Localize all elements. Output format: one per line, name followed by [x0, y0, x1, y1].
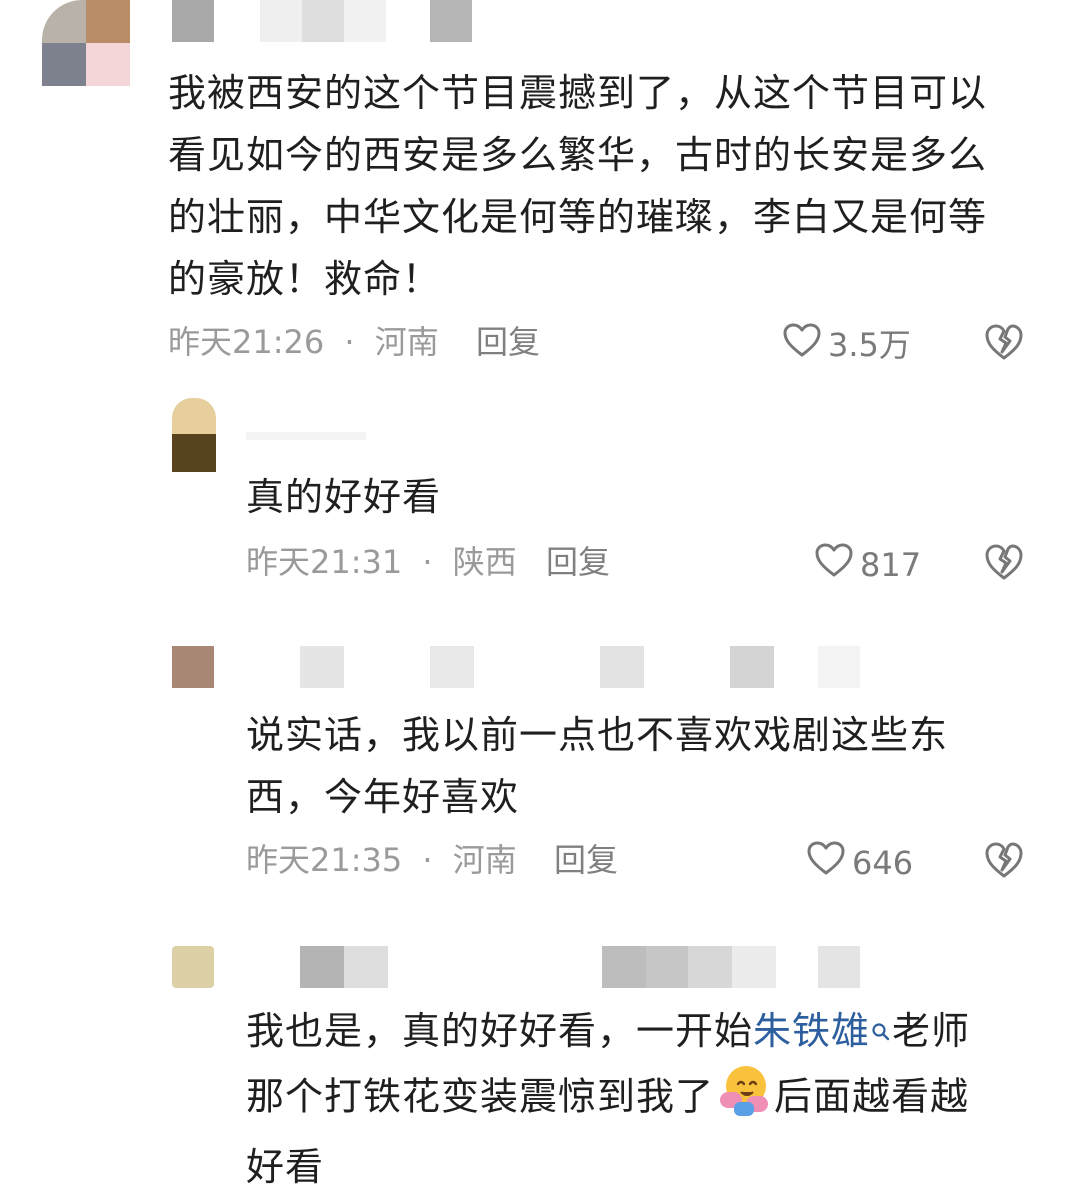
like-button[interactable]: 817 — [814, 542, 921, 587]
reply-button[interactable]: 回复 — [546, 542, 610, 582]
comment-time: 昨天21:35 — [246, 841, 403, 879]
meta-separator: · — [422, 543, 433, 581]
avatar[interactable] — [42, 0, 130, 86]
comment-meta: 昨天21:31 · 陕西 — [246, 542, 517, 582]
meta-separator: · — [344, 323, 355, 361]
reply-button[interactable]: 回复 — [476, 322, 540, 362]
avatar[interactable] — [172, 398, 216, 472]
heart-outline-icon — [806, 840, 852, 885]
heart-outline-icon — [814, 542, 860, 587]
comment-3: 说实话，我以前一点也不喜欢戏剧这些东 西，今年好喜欢 昨天21:35 · 河南 … — [0, 640, 1080, 890]
search-icon[interactable] — [872, 1000, 890, 1062]
broken-heart-icon — [984, 842, 1024, 884]
reply-button[interactable]: 回复 — [554, 840, 618, 880]
meta-separator: · — [422, 841, 433, 879]
dislike-button[interactable] — [984, 322, 1024, 362]
like-button[interactable]: 646 — [806, 840, 913, 885]
comment-text: 我被西安的这个节目震撼到了，从这个节目可以 看见如今的西安是多么繁华，古时的长安… — [168, 71, 988, 301]
username-blurred[interactable] — [170, 0, 480, 42]
like-count: 3.5万 — [828, 325, 911, 364]
comment-text: 真的好好看 — [246, 475, 442, 519]
avatar[interactable] — [172, 646, 214, 688]
comment-text: 说实话，我以前一点也不喜欢戏剧这些东 西，今年好喜欢 — [246, 713, 949, 819]
like-count: 646 — [852, 843, 914, 882]
comment-meta: 昨天21:26 · 河南 — [168, 322, 439, 362]
comment-location: 陕西 — [452, 543, 517, 581]
hugging-face-emoji-icon — [716, 1062, 772, 1136]
username-blurred[interactable] — [246, 432, 366, 442]
heart-outline-icon — [782, 322, 828, 367]
broken-heart-icon — [984, 324, 1024, 366]
username-blurred[interactable] — [300, 946, 860, 988]
comment-2: 真的好好看 昨天21:31 · 陕西 回复 817 — [0, 390, 1080, 610]
dislike-button[interactable] — [984, 542, 1024, 582]
comment-text: 我也是，真的好好看，一开始朱铁雄 老师 那个打铁花变装震惊到我了 后面越看越 好看 — [246, 1000, 1046, 1198]
broken-heart-icon — [984, 544, 1024, 586]
username-blurred[interactable] — [300, 646, 860, 688]
like-button[interactable]: 3.5万 — [782, 322, 911, 367]
comment-meta: 昨天21:35 · 河南 — [246, 840, 517, 880]
comment-location: 河南 — [452, 841, 517, 879]
mention-link[interactable]: 朱铁雄 — [753, 1009, 870, 1053]
comment-time: 昨天21:31 — [246, 543, 403, 581]
comment-4: 我也是，真的好好看，一开始朱铁雄 老师 那个打铁花变装震惊到我了 后面越看越 好看 — [0, 940, 1080, 1189]
comment-time: 昨天21:26 — [168, 323, 325, 361]
avatar[interactable] — [172, 946, 214, 988]
comment-1: 我被西安的这个节目震撼到了，从这个节目可以 看见如今的西安是多么繁华，古时的长安… — [0, 0, 1080, 380]
dislike-button[interactable] — [984, 840, 1024, 880]
like-count: 817 — [860, 545, 922, 584]
comment-location: 河南 — [374, 323, 439, 361]
